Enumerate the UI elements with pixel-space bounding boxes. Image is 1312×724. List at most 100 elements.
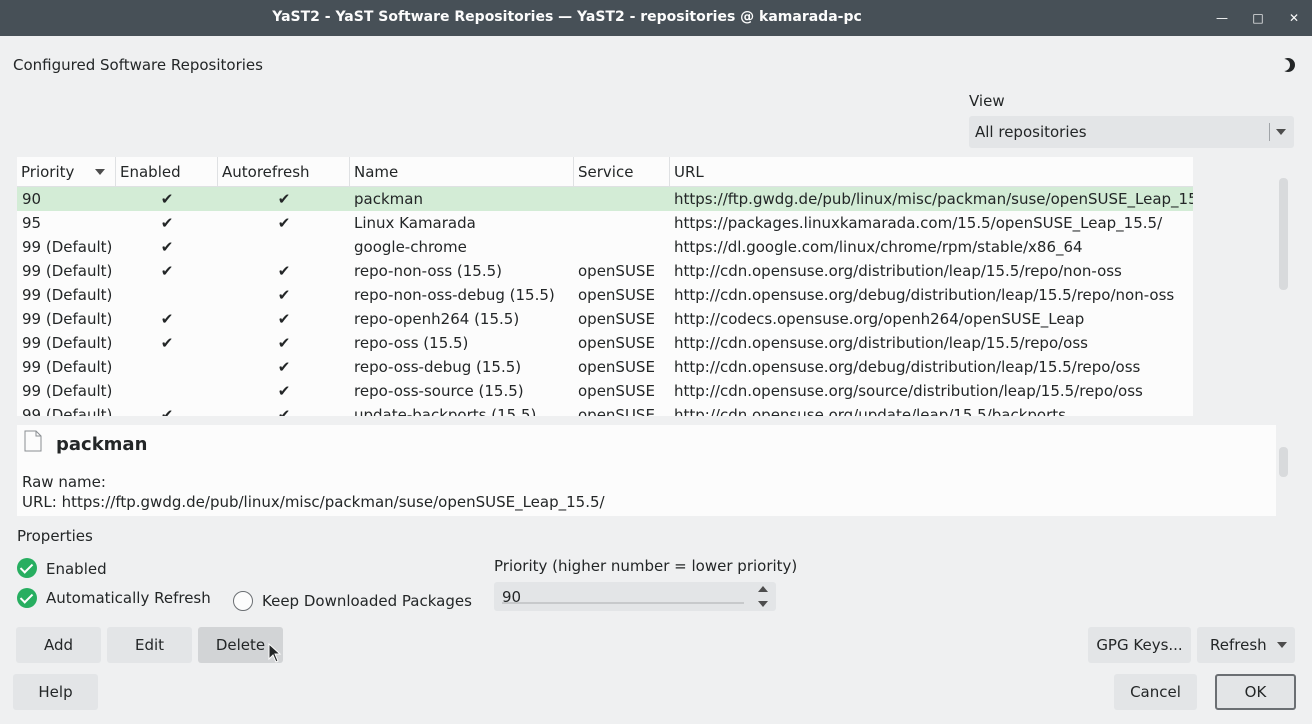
cell-url: http://cdn.opensuse.org/distribution/lea… bbox=[674, 262, 1122, 280]
chevron-down-icon bbox=[1277, 642, 1287, 648]
table-row[interactable]: 99 (Default) ✔ ✔ update-backports (15.5) ope… bbox=[17, 403, 1193, 416]
cell-autorefresh: ✔ bbox=[277, 262, 291, 280]
cell-url: http://cdn.opensuse.org/source/distribut… bbox=[674, 382, 1143, 400]
view-label: View bbox=[969, 92, 1005, 110]
properties-label: Properties bbox=[17, 527, 93, 545]
table-row[interactable]: 99 (Default) ✔ ✔ repo-oss (15.5) openSUSE htt… bbox=[17, 331, 1193, 355]
table-row[interactable]: 99 (Default) ✔ repo-oss-debug (15.5) openSU… bbox=[17, 355, 1193, 379]
cell-url: http://cdn.opensuse.org/distribution/lea… bbox=[674, 334, 1088, 352]
gpg-keys-button[interactable]: GPG Keys... bbox=[1088, 627, 1191, 663]
column-header-service[interactable]: Service bbox=[574, 157, 670, 187]
cell-service: openSUSE bbox=[578, 406, 655, 416]
cell-priority: 99 (Default) bbox=[22, 286, 113, 304]
keep-packages-label: Keep Downloaded Packages bbox=[262, 592, 472, 610]
priority-spinbox[interactable]: 90 bbox=[494, 582, 776, 611]
add-button[interactable]: Add bbox=[16, 627, 101, 663]
table-row[interactable]: 99 (Default) ✔ repo-non-oss-debug (15.5) op… bbox=[17, 283, 1193, 307]
document-icon bbox=[24, 430, 42, 452]
cell-autorefresh: ✔ bbox=[277, 382, 291, 400]
detail-raw-name: Raw name: bbox=[22, 473, 106, 491]
cell-url: https://packages.linuxkamarada.com/15.5/… bbox=[674, 214, 1163, 232]
cell-url: https://ftp.gwdg.de/pub/linux/misc/packm… bbox=[674, 190, 1193, 208]
detail-url: URL: https://ftp.gwdg.de/pub/linux/misc/… bbox=[22, 493, 605, 511]
priority-label: Priority (higher number = lower priority… bbox=[494, 557, 798, 575]
cell-enabled: ✔ bbox=[160, 406, 174, 416]
repository-detail: packman Raw name: URL: https://ftp.gwdg.… bbox=[17, 425, 1279, 516]
cell-enabled: ✔ bbox=[160, 214, 174, 232]
keep-packages-checkbox[interactable] bbox=[233, 591, 253, 611]
column-header-url[interactable]: URL bbox=[670, 157, 1193, 187]
table-row[interactable]: 99 (Default) ✔ ✔ repo-non-oss (15.5) openSUS… bbox=[17, 259, 1193, 283]
cell-enabled: ✔ bbox=[160, 334, 174, 352]
cell-service: openSUSE bbox=[578, 358, 655, 376]
column-header-autorefresh[interactable]: Autorefresh bbox=[218, 157, 350, 187]
detail-scrollbar-handle[interactable] bbox=[1279, 447, 1288, 477]
table-row[interactable]: 99 (Default) ✔ google-chrome https://dl.goo… bbox=[17, 235, 1193, 259]
table-row[interactable]: 99 (Default) ✔ ✔ repo-openh264 (15.5) openSU… bbox=[17, 307, 1193, 331]
cell-name: Linux Kamarada bbox=[354, 214, 476, 232]
cell-autorefresh: ✔ bbox=[277, 406, 291, 416]
cell-autorefresh: ✔ bbox=[277, 190, 291, 208]
cell-service: openSUSE bbox=[578, 310, 655, 328]
repository-table[interactable]: Priority Enabled Autorefresh Name Servic… bbox=[17, 157, 1193, 416]
detail-repo-name: packman bbox=[56, 434, 148, 455]
cell-url: http://cdn.opensuse.org/update/leap/15.5… bbox=[674, 406, 1066, 416]
cell-enabled: ✔ bbox=[160, 190, 174, 208]
spin-up-icon[interactable] bbox=[758, 586, 768, 592]
enabled-label: Enabled bbox=[46, 560, 107, 578]
cell-priority: 99 (Default) bbox=[22, 334, 113, 352]
cell-name: repo-non-oss-debug (15.5) bbox=[354, 286, 555, 304]
refresh-button[interactable]: Refresh bbox=[1197, 627, 1295, 663]
cell-service: openSUSE bbox=[578, 334, 655, 352]
table-body: 90 ✔ ✔ packman https://ftp.gwdg.de/pub/linux… bbox=[17, 187, 1193, 416]
cell-priority: 99 (Default) bbox=[22, 310, 113, 328]
cell-name: google-chrome bbox=[354, 238, 467, 256]
cell-priority: 90 bbox=[22, 190, 42, 208]
spin-down-icon[interactable] bbox=[758, 601, 768, 607]
ok-button[interactable]: OK bbox=[1215, 674, 1296, 710]
cell-service: openSUSE bbox=[578, 382, 655, 400]
help-button[interactable]: Help bbox=[13, 674, 98, 710]
table-header: Priority Enabled Autorefresh Name Servic… bbox=[17, 157, 1193, 187]
cell-url: https://dl.google.com/linux/chrome/rpm/s… bbox=[674, 238, 1083, 256]
cell-service: openSUSE bbox=[578, 262, 655, 280]
cancel-button[interactable]: Cancel bbox=[1114, 674, 1197, 710]
close-button[interactable]: ✕ bbox=[1282, 6, 1306, 30]
auto-refresh-label: Automatically Refresh bbox=[46, 589, 211, 607]
table-row[interactable]: 90 ✔ ✔ packman https://ftp.gwdg.de/pub/linux… bbox=[17, 187, 1193, 211]
column-header-priority[interactable]: Priority bbox=[17, 157, 116, 187]
table-row[interactable]: 99 (Default) ✔ repo-oss-source (15.5) openS… bbox=[17, 379, 1193, 403]
cell-url: http://cdn.opensuse.org/debug/distributi… bbox=[674, 286, 1175, 304]
cell-priority: 99 (Default) bbox=[22, 262, 113, 280]
view-select[interactable]: All repositories bbox=[969, 116, 1294, 148]
cell-name: repo-openh264 (15.5) bbox=[354, 310, 520, 328]
view-select-separator bbox=[1269, 123, 1270, 141]
cell-autorefresh: ✔ bbox=[277, 214, 291, 232]
cell-name: repo-oss-debug (15.5) bbox=[354, 358, 522, 376]
edit-button[interactable]: Edit bbox=[107, 627, 192, 663]
sort-descending-icon bbox=[95, 169, 105, 175]
cell-name: repo-oss (15.5) bbox=[354, 334, 469, 352]
minimize-button[interactable]: — bbox=[1210, 6, 1234, 30]
cell-autorefresh: ✔ bbox=[277, 310, 291, 328]
cell-enabled: ✔ bbox=[160, 262, 174, 280]
table-row[interactable]: 95 ✔ ✔ Linux Kamarada https://packages.linux… bbox=[17, 211, 1193, 235]
cell-enabled: ✔ bbox=[160, 238, 174, 256]
theme-toggle-icon[interactable] bbox=[1279, 56, 1297, 74]
maximize-button[interactable]: □ bbox=[1246, 6, 1270, 30]
cell-autorefresh: ✔ bbox=[277, 334, 291, 352]
chevron-down-icon bbox=[1276, 129, 1286, 135]
column-header-enabled[interactable]: Enabled bbox=[116, 157, 218, 187]
cell-priority: 99 (Default) bbox=[22, 358, 113, 376]
column-header-name[interactable]: Name bbox=[350, 157, 574, 187]
cell-priority: 95 bbox=[22, 214, 42, 232]
cell-service: openSUSE bbox=[578, 286, 655, 304]
cell-url: http://cdn.opensuse.org/debug/distributi… bbox=[674, 358, 1141, 376]
cell-name: update-backports (15.5) bbox=[354, 406, 537, 416]
auto-refresh-checkbox[interactable] bbox=[17, 588, 37, 608]
enabled-checkbox[interactable] bbox=[17, 558, 37, 578]
cell-name: packman bbox=[354, 190, 423, 208]
table-scrollbar-handle[interactable] bbox=[1279, 178, 1288, 290]
page-heading: Configured Software Repositories bbox=[13, 56, 263, 74]
cell-name: repo-oss-source (15.5) bbox=[354, 382, 524, 400]
